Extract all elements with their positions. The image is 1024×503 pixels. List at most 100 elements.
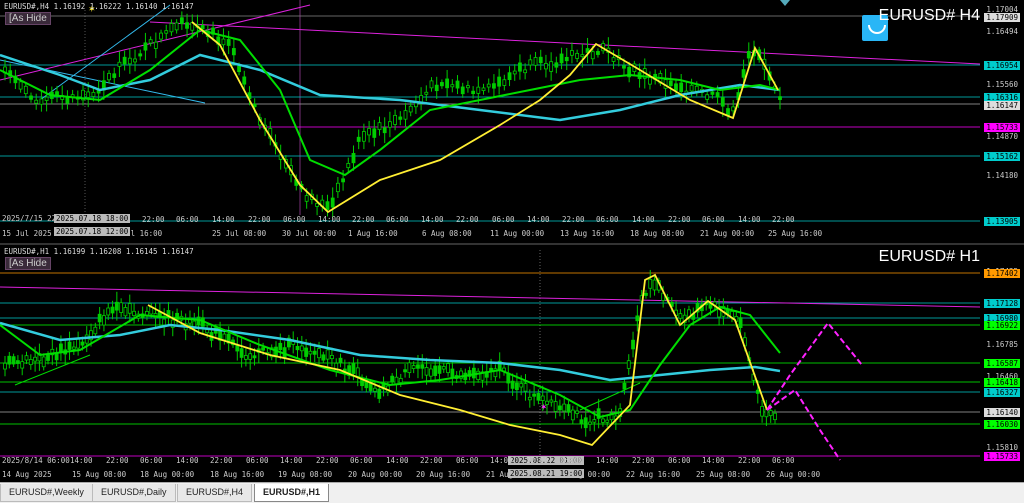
- h4-hour-label: 22:00: [456, 215, 479, 224]
- h1-symbol-label: EURUSD# H1: [878, 248, 980, 265]
- h4-candle: [231, 48, 236, 56]
- h1-hour-label: 22:00: [526, 456, 549, 465]
- h4-candle: [148, 39, 153, 44]
- h1-as-hide-button[interactable]: [As Hide: [5, 257, 51, 270]
- h4-candle: [117, 61, 122, 67]
- h4-candle: [570, 50, 574, 56]
- h1-hour-label: 14:00: [70, 456, 93, 465]
- h4-price-label: 1.15162: [984, 152, 1020, 161]
- h4-time-label: 1 Aug 16:00: [348, 229, 398, 238]
- h4-time-label: 18 Aug 08:00: [630, 229, 685, 238]
- h4-candle: [372, 128, 377, 138]
- h4-time-label: 21 Aug 00:00: [700, 229, 755, 238]
- chart-h4[interactable]: ✶ EURUSD#,H4 1.16192 1.16222 1.16140 1.1…: [0, 0, 1024, 240]
- h1-price-label: 1.16327: [984, 388, 1020, 397]
- h4-hour-label: 14:00: [632, 215, 655, 224]
- h4-candle: [325, 201, 330, 210]
- h1-candle: [299, 345, 304, 352]
- h4-candle: [122, 56, 127, 65]
- h4-candle: [622, 65, 626, 69]
- h4-price-tick: 1.14870: [986, 132, 1018, 141]
- h1-candle: [527, 396, 532, 401]
- chart-h1[interactable]: ✶ EURUSD#,H1 1.16199 1.16208 1.16145 1.1…: [0, 243, 1024, 483]
- h1-hour-label: 06:00: [668, 456, 691, 465]
- h4-candle: [169, 23, 174, 33]
- h4-candle: [414, 102, 418, 108]
- tab-eurusd-daily[interactable]: EURUSD#,Daily: [92, 484, 176, 502]
- h4-hour-label: 22:00: [248, 215, 271, 224]
- h4-hour-label: 06:00: [176, 215, 199, 224]
- h4-symbol-label: EURUSD# H4: [878, 7, 980, 24]
- h4-candle: [315, 202, 319, 207]
- h1-candle: [519, 383, 524, 388]
- h4-candle: [492, 83, 496, 89]
- h1-candle: [403, 369, 407, 373]
- h4-candle: [164, 30, 169, 34]
- h4-candle: [466, 85, 470, 89]
- h4-candle: [440, 82, 444, 87]
- h1-hour-label: 06:00: [140, 456, 163, 465]
- h4-candle: [689, 84, 694, 92]
- h1-candle: [321, 354, 326, 361]
- h1-candle: [549, 399, 554, 403]
- h4-hour-label: 14:00: [421, 215, 444, 224]
- chart-shift-marker[interactable]: [780, 0, 790, 6]
- h1-time-label: 22 Aug 16:00: [626, 470, 681, 479]
- h4-candle: [356, 136, 361, 142]
- h4-candle: [694, 85, 699, 92]
- h4-candle: [528, 59, 533, 66]
- h4-candle: [18, 81, 23, 90]
- h1-trendline: [0, 286, 981, 308]
- h1-candle: [626, 360, 631, 369]
- h1-candle: [239, 348, 244, 358]
- h1-candle: [407, 362, 412, 374]
- h1-hour-label: 06:00: [772, 456, 795, 465]
- h4-price-tick: 1.15560: [986, 80, 1018, 89]
- h4-hour-label: 06:00: [492, 215, 515, 224]
- h4-as-hide-button[interactable]: [As Hide: [5, 12, 51, 25]
- h4-candle: [720, 97, 725, 107]
- h1-candle: [510, 380, 515, 389]
- h1-candle: [562, 403, 567, 412]
- h1-price-label: 1.16587: [984, 359, 1020, 368]
- h4-candle: [174, 22, 179, 31]
- tab-eurusd-h1[interactable]: EURUSD#,H1: [254, 484, 330, 502]
- h4-candle: [408, 105, 413, 113]
- h1-price-tick: 1.16785: [986, 340, 1018, 349]
- h1-candle: [416, 364, 420, 369]
- h1-plot-area[interactable]: ✶: [0, 245, 1024, 483]
- h4-candle: [393, 114, 398, 125]
- h4-candle: [361, 131, 366, 142]
- h4-price-label: 1.15733: [984, 123, 1020, 132]
- h4-candle: [429, 80, 434, 89]
- h1-price-label: 1.16140: [984, 408, 1020, 417]
- h1-candle: [536, 393, 541, 401]
- tab-eurusd-h4[interactable]: EURUSD#,H4: [177, 484, 253, 502]
- h1-candle: [558, 405, 562, 411]
- h1-hour-label: 22:00: [420, 456, 443, 465]
- h4-candle: [112, 73, 117, 78]
- h4-candle: [674, 83, 678, 91]
- h4-candle: [23, 85, 28, 95]
- h1-projection-up: [766, 321, 863, 411]
- h1-candle: [773, 412, 777, 421]
- h4-candle: [346, 163, 351, 169]
- h1-candle: [106, 307, 111, 316]
- h1-candle: [192, 320, 197, 328]
- h4-candle: [91, 91, 96, 97]
- h1-candle: [278, 342, 283, 351]
- h1-candle: [67, 341, 72, 350]
- h4-candle: [741, 69, 746, 78]
- tab-eurusd-weekly[interactable]: EURUSD#,Weekly: [0, 484, 93, 502]
- h1-candle: [390, 375, 395, 383]
- h4-hour-label: 06:00: [702, 215, 725, 224]
- h4-hour-label: 14:00: [318, 215, 341, 224]
- h4-candle: [518, 62, 522, 72]
- h4-hour-label: 22:00: [562, 215, 585, 224]
- h4-candle: [377, 122, 382, 130]
- h1-candle: [523, 383, 528, 392]
- h4-time-label: 25 Jul 08:00: [212, 229, 267, 238]
- h4-hour-label: 22:00: [668, 215, 691, 224]
- h1-hour-label: 14:00: [702, 456, 725, 465]
- h1-candle: [583, 417, 588, 429]
